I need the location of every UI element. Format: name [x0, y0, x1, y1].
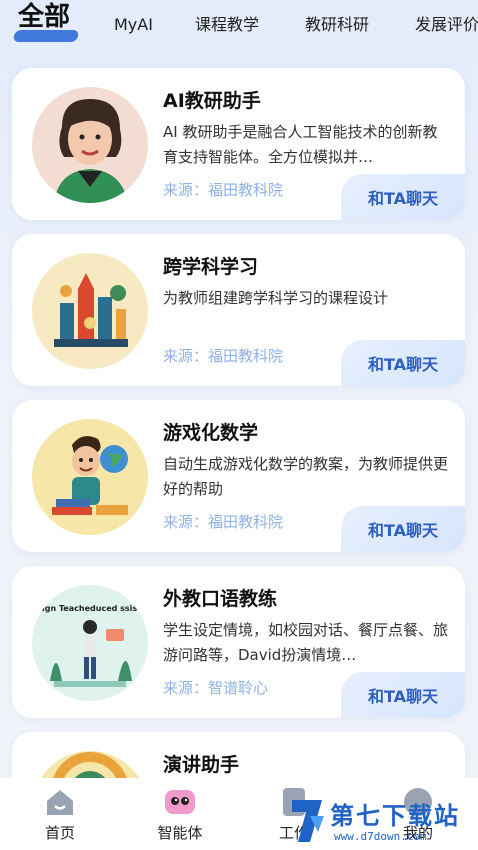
watermark-logo-icon: [292, 800, 324, 842]
watermark: 第七下载站 www.d7down.com: [282, 784, 478, 850]
agent-card-ai-research[interactable]: AI教研助手 AI 教研助手是融合人工智能技术的创新教育支持智能体。全方位模拟并…: [12, 68, 465, 220]
card-title: AI教研助手: [163, 90, 261, 112]
card-source: 来源：福田教科院: [163, 513, 284, 531]
card-description: AI 教研助手是融合人工智能技术的创新教育支持智能体。全方位模拟并…: [163, 123, 438, 166]
card-title: 外教口语教练: [163, 588, 278, 610]
agent-card-gamified-math[interactable]: 游戏化数学 自动生成游戏化数学的教案，为教师提供更好的帮助 来源：福田教科院 和…: [12, 400, 465, 552]
avatar-teacher-icon: ign Teacheduced ssistant: [32, 585, 148, 701]
chat-button[interactable]: 和TA聊天: [341, 672, 465, 718]
nav-label: 首页: [44, 824, 75, 842]
avatar-city-illustration-icon: [32, 253, 148, 369]
chat-button[interactable]: 和TA聊天: [341, 506, 465, 552]
chat-button[interactable]: 和TA聊天: [341, 340, 465, 386]
agent-icon: [165, 790, 195, 814]
card-source: 来源：福田教科院: [163, 181, 284, 199]
tab-all[interactable]: 全部: [18, 4, 70, 30]
nav-label: 智能体: [157, 824, 203, 842]
chat-button[interactable]: 和TA聊天: [341, 174, 465, 220]
card-title: 跨学科学习: [163, 256, 259, 278]
avatar-woman-icon: [32, 87, 148, 203]
tab-course-teaching[interactable]: 课程教学: [195, 14, 259, 36]
nav-home[interactable]: 首页: [20, 786, 100, 843]
card-description: 学生设定情境，如校园对话、餐厅点餐、旅游问路等，David扮演情境…: [163, 621, 448, 664]
agent-card-interdisciplinary[interactable]: 跨学科学习 为教师组建跨学科学习的课程设计 来源：福田教科院 和TA聊天: [12, 234, 465, 386]
card-source: 来源：福田教科院: [163, 347, 284, 365]
card-title: 演讲助手: [163, 754, 240, 776]
watermark-url: www.d7down.com: [334, 830, 427, 843]
nav-agents[interactable]: 智能体: [140, 786, 220, 843]
tab-myai[interactable]: MyAI: [114, 14, 153, 36]
tab-development-evaluation[interactable]: 发展评价: [415, 14, 478, 36]
card-description: 自动生成游戏化数学的教案，为教师提供更好的帮助: [163, 455, 448, 498]
home-icon: [47, 790, 73, 815]
card-description: 为教师组建跨学科学习的课程设计: [163, 289, 389, 307]
card-title: 游戏化数学: [163, 422, 259, 444]
avatar-caption: ign Teacheduced ssistant: [42, 604, 148, 613]
agent-card-oral-coach[interactable]: ign Teacheduced ssistant 外教口语教练 学生设定情境，如…: [12, 566, 465, 718]
category-tabs: 全部 MyAI 课程教学 教研科研 发展评价: [0, 0, 478, 52]
watermark-text: 第七下载站: [330, 802, 460, 830]
card-source: 来源：智谱聆心: [163, 679, 269, 697]
avatar-boy-globe-icon: [32, 419, 148, 535]
tab-research[interactable]: 教研科研: [305, 14, 369, 36]
